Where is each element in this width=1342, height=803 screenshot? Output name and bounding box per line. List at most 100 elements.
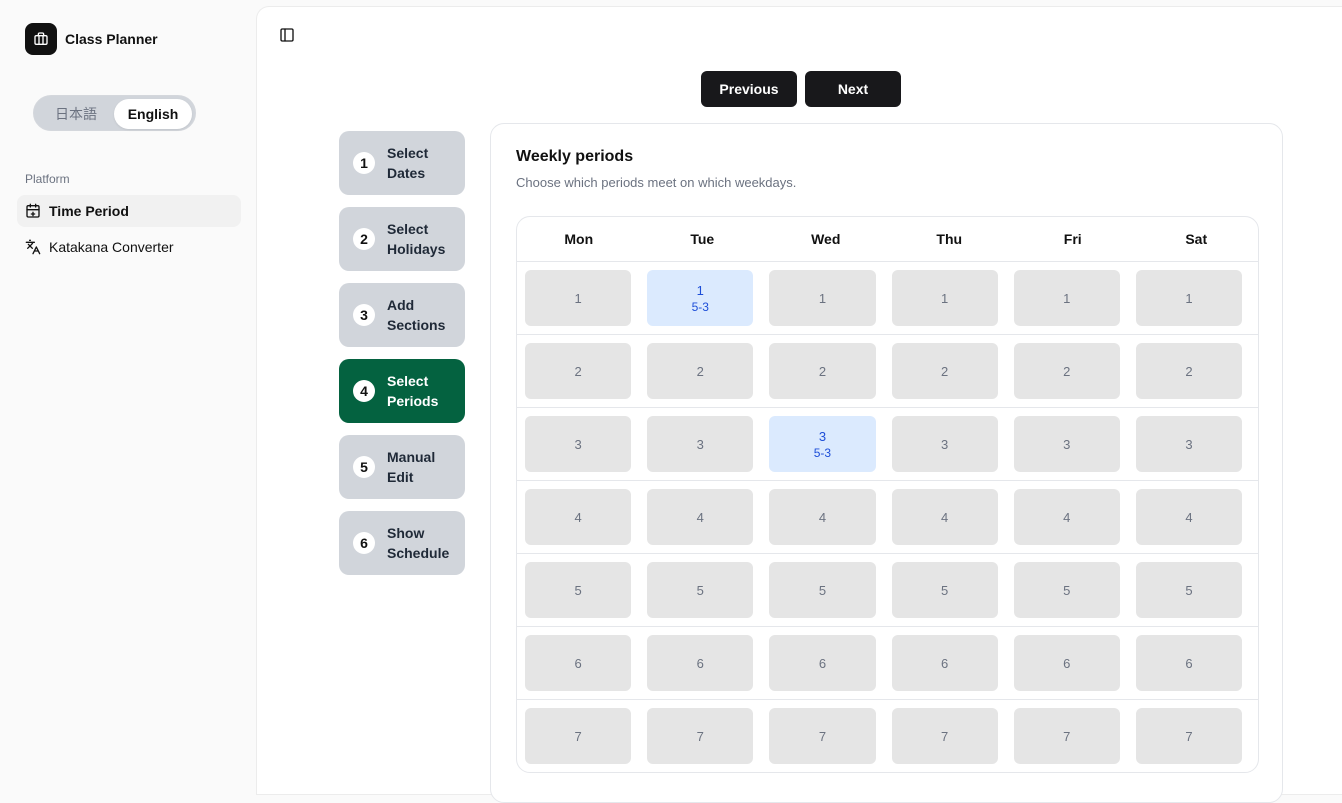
step-manual-edit[interactable]: 5 Manual Edit: [339, 435, 465, 499]
period-number: 6: [696, 655, 704, 671]
period-cell-fri-1[interactable]: 1: [1013, 270, 1120, 326]
period-cell-thu-3[interactable]: 3: [891, 416, 998, 472]
card-title: Weekly periods: [516, 148, 634, 165]
period-number: 4: [1063, 509, 1071, 525]
weekday-header-tue: Tue: [690, 231, 715, 247]
brand[interactable]: Class Planner: [25, 23, 158, 55]
nav-section-label: Platform: [25, 172, 70, 186]
period-cell-wed-3[interactable]: 3 5-3: [769, 416, 876, 472]
step-select-periods[interactable]: 4 Select Periods: [339, 359, 465, 423]
briefcase-icon: [25, 23, 57, 55]
period-cell-thu-1[interactable]: 1: [891, 270, 998, 326]
period-cell-thu-6[interactable]: 6: [891, 635, 998, 691]
sidebar-item-katakana-converter[interactable]: Katakana Converter: [17, 231, 241, 263]
period-cell-thu-7[interactable]: 7: [891, 708, 998, 764]
period-cell-tue-5[interactable]: 5: [647, 562, 754, 618]
weekday-header-wed: Wed: [811, 231, 841, 247]
period-cell-sat-4[interactable]: 4: [1135, 489, 1243, 545]
sidebar-item-label: Time Period: [49, 203, 129, 219]
period-cell-thu-4[interactable]: 4: [891, 489, 998, 545]
period-number: 6: [1185, 655, 1193, 671]
section-tag: 5-3: [813, 445, 832, 460]
period-number: 4: [818, 509, 827, 525]
calendar-plus-icon: [25, 203, 41, 219]
period-cell-fri-7[interactable]: 7: [1013, 708, 1120, 764]
sidebar-item-time-period[interactable]: Time Period: [17, 195, 241, 227]
period-cell-mon-3[interactable]: 3: [525, 416, 632, 472]
period-number: 1: [574, 290, 582, 306]
period-number: 4: [940, 509, 949, 525]
period-cell-fri-3[interactable]: 3: [1013, 416, 1120, 472]
period-number: 2: [574, 363, 582, 379]
period-number: 3: [1063, 436, 1071, 452]
period-cell-tue-2[interactable]: 2: [647, 343, 754, 399]
period-cell-thu-5[interactable]: 5: [891, 562, 998, 618]
period-number: 2: [1063, 363, 1071, 379]
weekday-header-sat: Sat: [1185, 231, 1208, 247]
period-cell-fri-5[interactable]: 5: [1013, 562, 1120, 618]
step-select-dates[interactable]: 1 Select Dates: [339, 131, 465, 195]
period-cell-mon-2[interactable]: 2: [525, 343, 632, 399]
period-number: 3: [1185, 436, 1193, 452]
period-number: 4: [1185, 509, 1193, 525]
period-cell-mon-5[interactable]: 5: [525, 562, 632, 618]
period-cell-mon-4[interactable]: 4: [525, 489, 632, 545]
period-cell-tue-3[interactable]: 3: [647, 416, 754, 472]
period-cell-sat-1[interactable]: 1: [1135, 270, 1243, 326]
period-cell-fri-6[interactable]: 6: [1013, 635, 1120, 691]
period-cell-tue-7[interactable]: 7: [647, 708, 754, 764]
previous-button[interactable]: Previous: [701, 71, 797, 107]
period-cell-wed-2[interactable]: 2: [769, 343, 876, 399]
period-cell-sat-3[interactable]: 3: [1135, 416, 1243, 472]
period-cell-wed-1[interactable]: 1: [769, 270, 876, 326]
step-add-sections[interactable]: 3 Add Sections: [339, 283, 465, 347]
period-number: 2: [940, 363, 949, 379]
period-cell-mon-1[interactable]: 1: [525, 270, 632, 326]
period-number: 2: [818, 363, 827, 379]
period-cell-sat-2[interactable]: 2: [1135, 343, 1243, 399]
period-row: 7 7 7 7 7 7: [517, 700, 1258, 772]
step-label: Show Schedule: [387, 525, 450, 561]
main-panel: Previous Next 1 Select Dates 2 Select Ho…: [257, 7, 1342, 803]
period-number: 3: [696, 436, 704, 452]
period-cell-tue-4[interactable]: 4: [647, 489, 754, 545]
step-label: Select Holidays: [387, 221, 446, 257]
period-cell-wed-4[interactable]: 4: [769, 489, 876, 545]
sidebar: Class Planner 日本語 English Platform Time …: [0, 0, 256, 794]
period-cell-tue-1[interactable]: 1 5-3: [647, 270, 754, 326]
section-tag: 5-3: [691, 299, 709, 314]
period-cell-wed-7[interactable]: 7: [769, 708, 876, 764]
period-number: 5: [696, 582, 704, 598]
period-cell-mon-6[interactable]: 6: [525, 635, 632, 691]
period-cell-fri-2[interactable]: 2: [1013, 343, 1120, 399]
period-number: 3: [818, 428, 827, 444]
sidebar-toggle-icon[interactable]: [279, 27, 295, 43]
step-show-schedule[interactable]: 6 Show Schedule: [339, 511, 465, 575]
language-option-en[interactable]: English: [114, 99, 192, 129]
period-cell-tue-6[interactable]: 6: [647, 635, 754, 691]
language-option-ja[interactable]: 日本語: [38, 99, 114, 129]
next-button[interactable]: Next: [805, 71, 901, 107]
period-cell-sat-5[interactable]: 5: [1135, 562, 1243, 618]
period-cell-wed-5[interactable]: 5: [769, 562, 876, 618]
period-cell-wed-6[interactable]: 6: [769, 635, 876, 691]
period-cell-fri-4[interactable]: 4: [1013, 489, 1120, 545]
step-select-holidays[interactable]: 2 Select Holidays: [339, 207, 465, 271]
period-cell-mon-7[interactable]: 7: [525, 708, 632, 764]
period-number: 7: [574, 728, 582, 744]
period-number: 1: [696, 282, 704, 298]
period-cell-sat-6[interactable]: 6: [1135, 635, 1243, 691]
period-number: 5: [1063, 582, 1071, 598]
period-number: 1: [818, 290, 827, 306]
weekly-periods-card: Weekly periods Choose which periods meet…: [490, 123, 1283, 803]
period-number: 1: [940, 290, 949, 306]
period-number: 6: [818, 655, 827, 671]
period-number: 7: [1185, 728, 1193, 744]
period-grid: Mon Tue Wed Thu Fri Sat 1 1 5-3 1 1 1 1 2 2 2 2 2 2 3 3 3 5-3…: [516, 216, 1259, 773]
period-number: 2: [1185, 363, 1193, 379]
period-number: 5: [940, 582, 949, 598]
period-cell-sat-7[interactable]: 7: [1135, 708, 1243, 764]
period-cell-thu-2[interactable]: 2: [891, 343, 998, 399]
period-number: 7: [696, 728, 704, 744]
weekday-header-thu: Thu: [936, 231, 963, 247]
